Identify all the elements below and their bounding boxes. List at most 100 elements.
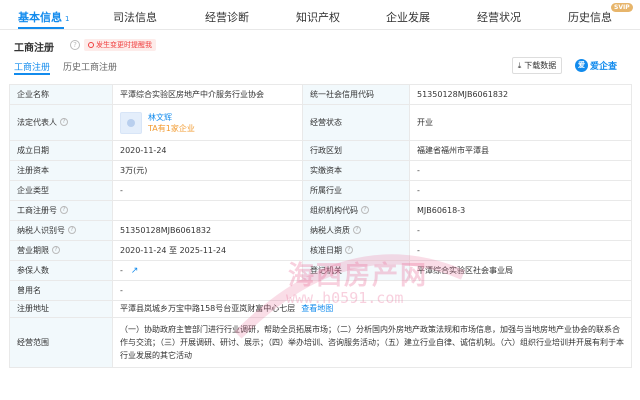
company-type-value: - [112, 180, 303, 201]
address-value: 平潭县岚城乡万宝中路158号台亚岚财富中心七层 [120, 304, 296, 313]
authority-label: 登记机关 [302, 260, 410, 281]
taxpayer-id-label-cell: 纳税人识别号? [9, 220, 113, 241]
subtab-history-registration[interactable]: 历史工商注册 [63, 60, 117, 73]
company-type-label: 企业类型 [9, 180, 113, 201]
logo-text: 爱企查 [590, 62, 618, 72]
section-title: 工商注册 [14, 43, 54, 54]
industry-label: 所属行业 [302, 180, 410, 201]
change-alert-button[interactable]: 发生变更时提醒我 [84, 39, 156, 51]
reg-no-value [112, 200, 303, 221]
term-label-cell: 营业期限? [9, 240, 113, 261]
table-row: 曾用名 - [9, 280, 632, 301]
alert-label: 发生变更时提醒我 [96, 41, 152, 49]
download-button[interactable]: ⤓ 下载数据 [512, 57, 562, 74]
founded-label: 成立日期 [9, 140, 113, 161]
table-row: 参保人数 - ↗ 登记机关 平潭综合实验区社会事业局 [9, 260, 632, 281]
table-row: 营业期限? 2020-11-24 至 2025-11-24 核准日期? - [9, 240, 632, 261]
download-icon: ⤓ [517, 60, 522, 70]
term-label: 营业期限 [17, 245, 49, 255]
authority-value: 平潭综合实验区社会事业局 [409, 260, 632, 281]
table-row: 纳税人识别号? 51350128MJB6061832 纳税人资质? - [9, 220, 632, 241]
credit-code-label: 统一社会信用代码 [302, 84, 410, 105]
approval-date-label-cell: 核准日期? [302, 240, 410, 261]
status-value: 开业 [409, 104, 632, 141]
table-row: 企业类型 - 所属行业 - [9, 180, 632, 201]
trend-chart-icon[interactable]: ↗ [131, 266, 139, 276]
legal-rep-companies-link[interactable]: TA有1家企业 [148, 123, 195, 134]
active-subtab-indicator [14, 73, 50, 75]
address-cell: 平潭县岚城乡万宝中路158号台亚岚财富中心七层 查看地图 [112, 300, 632, 318]
help-icon[interactable]: ? [60, 118, 68, 126]
reg-capital-label: 注册资本 [9, 160, 113, 181]
scope-label: 经营范围 [9, 317, 113, 368]
legal-rep-cell: 林文辉 TA有1家企业 [112, 104, 303, 141]
region-label: 行政区划 [302, 140, 410, 161]
paid-capital-value: - [409, 160, 632, 181]
legal-rep-name-link[interactable]: 林文辉 [148, 112, 195, 123]
table-row: 经营范围 （一）协助政府主管部门进行行业调研，帮助全员拓展市场；（二）分析国内外… [9, 317, 632, 368]
subtab-registration[interactable]: 工商注册 [14, 60, 50, 73]
former-name-label: 曾用名 [9, 280, 113, 301]
tab-business-diagnosis[interactable]: 经营诊断 [205, 9, 249, 25]
tab-basic-info[interactable]: 基本信息 1 [18, 9, 69, 25]
status-label: 经营状态 [302, 104, 410, 141]
help-icon[interactable]: ? [52, 246, 60, 254]
top-nav: 基本信息 1 司法信息 经营诊断 知识产权 企业发展 经营状况 历史信息 SVIP [0, 0, 640, 30]
insured-cell: - ↗ [112, 260, 303, 281]
approval-date-value: - [409, 240, 632, 261]
help-icon[interactable]: ? [345, 246, 353, 254]
svip-badge: SVIP [611, 3, 633, 12]
taxpayer-qual-label: 纳税人资质 [310, 225, 350, 235]
company-name-value: 平潭综合实验区房地产中介服务行业协会 [112, 84, 303, 105]
legal-rep-label-cell: 法定代表人? [9, 104, 113, 141]
tab-ip[interactable]: 知识产权 [296, 9, 340, 25]
aiqicha-logo: 爱 爱企查 [575, 57, 617, 74]
reg-capital-value: 3万(元) [112, 160, 303, 181]
org-code-label-cell: 组织机构代码? [302, 200, 410, 221]
org-code-label: 组织机构代码 [310, 205, 358, 215]
help-icon[interactable]: ? [60, 206, 68, 214]
insured-label: 参保人数 [9, 260, 113, 281]
view-map-link[interactable]: 查看地图 [301, 304, 333, 313]
active-tab-indicator [18, 27, 64, 29]
logo-mark-icon: 爱 [575, 59, 588, 72]
help-icon[interactable]: ? [353, 226, 361, 234]
table-row: 工商注册号? 组织机构代码? MJB60618-3 [9, 200, 632, 221]
table-row: 注册资本 3万(元) 实缴资本 - [9, 160, 632, 181]
alarm-icon [88, 42, 94, 48]
help-icon[interactable]: ? [361, 206, 369, 214]
paid-capital-label: 实缴资本 [302, 160, 410, 181]
region-value: 福建省福州市平潭县 [409, 140, 632, 161]
former-name-value: - [112, 280, 632, 301]
insured-value: - [120, 265, 123, 275]
help-icon[interactable]: ? [70, 40, 80, 50]
reg-no-label: 工商注册号 [17, 205, 57, 215]
org-code-value: MJB60618-3 [409, 200, 632, 221]
help-icon[interactable]: ? [68, 226, 76, 234]
credit-code-value: 51350128MJB6061832 [409, 84, 632, 105]
table-row: 成立日期 2020-11-24 行政区划 福建省福州市平潭县 [9, 140, 632, 161]
address-label: 注册地址 [9, 300, 113, 318]
reg-no-label-cell: 工商注册号? [9, 200, 113, 221]
founded-value: 2020-11-24 [112, 140, 303, 161]
table-row: 注册地址 平潭县岚城乡万宝中路158号台亚岚财富中心七层 查看地图 [9, 300, 632, 318]
tab-label: 基本信息 [18, 11, 62, 24]
legal-rep-label: 法定代表人 [17, 117, 57, 127]
tab-history-info[interactable]: 历史信息 [568, 9, 612, 25]
tab-judicial-info[interactable]: 司法信息 [113, 9, 157, 25]
table-row: 法定代表人? 林文辉 TA有1家企业 经营状态 开业 [9, 104, 632, 141]
taxpayer-id-value: 51350128MJB6061832 [112, 220, 303, 241]
taxpayer-qual-value: - [409, 220, 632, 241]
tab-development[interactable]: 企业发展 [386, 9, 430, 25]
term-value: 2020-11-24 至 2025-11-24 [112, 240, 303, 261]
registration-table: 企业名称 平潭综合实验区房地产中介服务行业协会 统一社会信用代码 5135012… [9, 84, 632, 368]
approval-date-label: 核准日期 [310, 245, 342, 255]
avatar[interactable] [120, 111, 142, 134]
table-row: 企业名称 平潭综合实验区房地产中介服务行业协会 统一社会信用代码 5135012… [9, 84, 632, 105]
download-label: 下载数据 [524, 61, 557, 70]
industry-value: - [409, 180, 632, 201]
tab-operation-status[interactable]: 经营状况 [477, 9, 521, 25]
taxpayer-id-label: 纳税人识别号 [17, 225, 65, 235]
taxpayer-qual-label-cell: 纳税人资质? [302, 220, 410, 241]
company-name-label: 企业名称 [9, 84, 113, 105]
